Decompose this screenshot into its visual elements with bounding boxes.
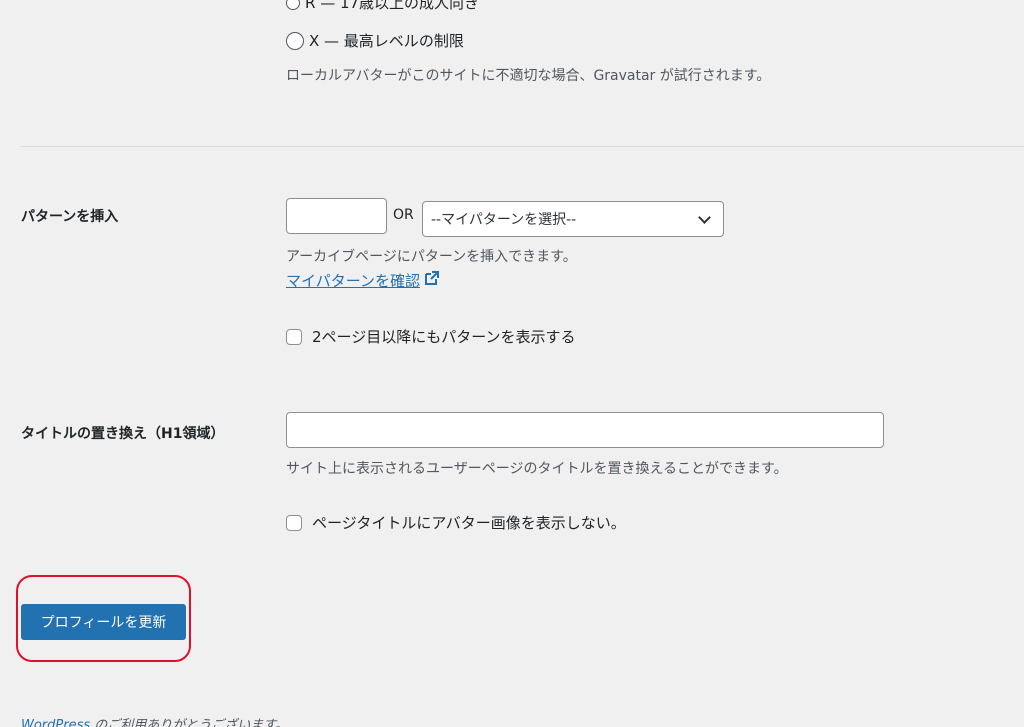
- rating-option-x[interactable]: X — 最高レベルの制限: [286, 30, 464, 51]
- hide-avatar-checkbox-row[interactable]: ページタイトルにアバター画像を表示しない。: [286, 512, 626, 533]
- radio-button[interactable]: [286, 31, 304, 50]
- footer-text: WordPress のご利用ありがとうございます。: [21, 714, 288, 727]
- hide-avatar-checkbox-label: ページタイトルにアバター画像を表示しない。: [312, 514, 626, 532]
- pattern-id-input[interactable]: [286, 198, 387, 234]
- pattern-paged-checkbox-row[interactable]: 2ページ目以降にもパターンを表示する: [286, 326, 576, 347]
- my-pattern-select[interactable]: --マイパターンを選択--: [422, 201, 724, 237]
- footer-thanks: のご利用ありがとうございます。: [90, 718, 288, 727]
- my-pattern-link[interactable]: マイパターンを確認: [286, 270, 440, 291]
- chevron-down-icon: [698, 210, 711, 224]
- select-value: --マイパターンを選択--: [431, 212, 577, 228]
- update-profile-button[interactable]: プロフィールを更新: [21, 604, 186, 640]
- checkbox[interactable]: [286, 514, 302, 531]
- wordpress-link[interactable]: WordPress: [21, 718, 90, 727]
- rating-option-label: X — 最高レベルの制限: [309, 32, 464, 50]
- radio-button[interactable]: [286, 0, 300, 10]
- or-label: OR: [393, 207, 414, 223]
- profile-page: R — 17歳以上の成人向き X — 最高レベルの制限 ローカルアバターがこのサ…: [0, 0, 1024, 727]
- my-pattern-link-text[interactable]: マイパターンを確認: [286, 270, 420, 291]
- title-replace-description: サイト上に表示されるユーザーページのタイトルを置き換えることができます。: [286, 461, 788, 477]
- rating-option-label: R — 17歳以上の成人向き: [305, 0, 480, 12]
- title-replace-input[interactable]: [286, 412, 884, 448]
- external-link-icon: [423, 270, 440, 291]
- checkbox[interactable]: [286, 328, 302, 345]
- rating-description: ローカルアバターがこのサイトに不適切な場合、Gravatar が試行されます。: [286, 68, 771, 84]
- pattern-paged-checkbox-label: 2ページ目以降にもパターンを表示する: [312, 328, 576, 346]
- rating-option-r[interactable]: R — 17歳以上の成人向き: [286, 0, 479, 13]
- pattern-label: パターンを挿入: [21, 209, 119, 225]
- title-replace-label: タイトルの置き換え（H1領域）: [21, 426, 225, 442]
- pattern-description: アーカイブページにパターンを挿入できます。: [286, 249, 577, 265]
- section-divider: [20, 146, 1024, 147]
